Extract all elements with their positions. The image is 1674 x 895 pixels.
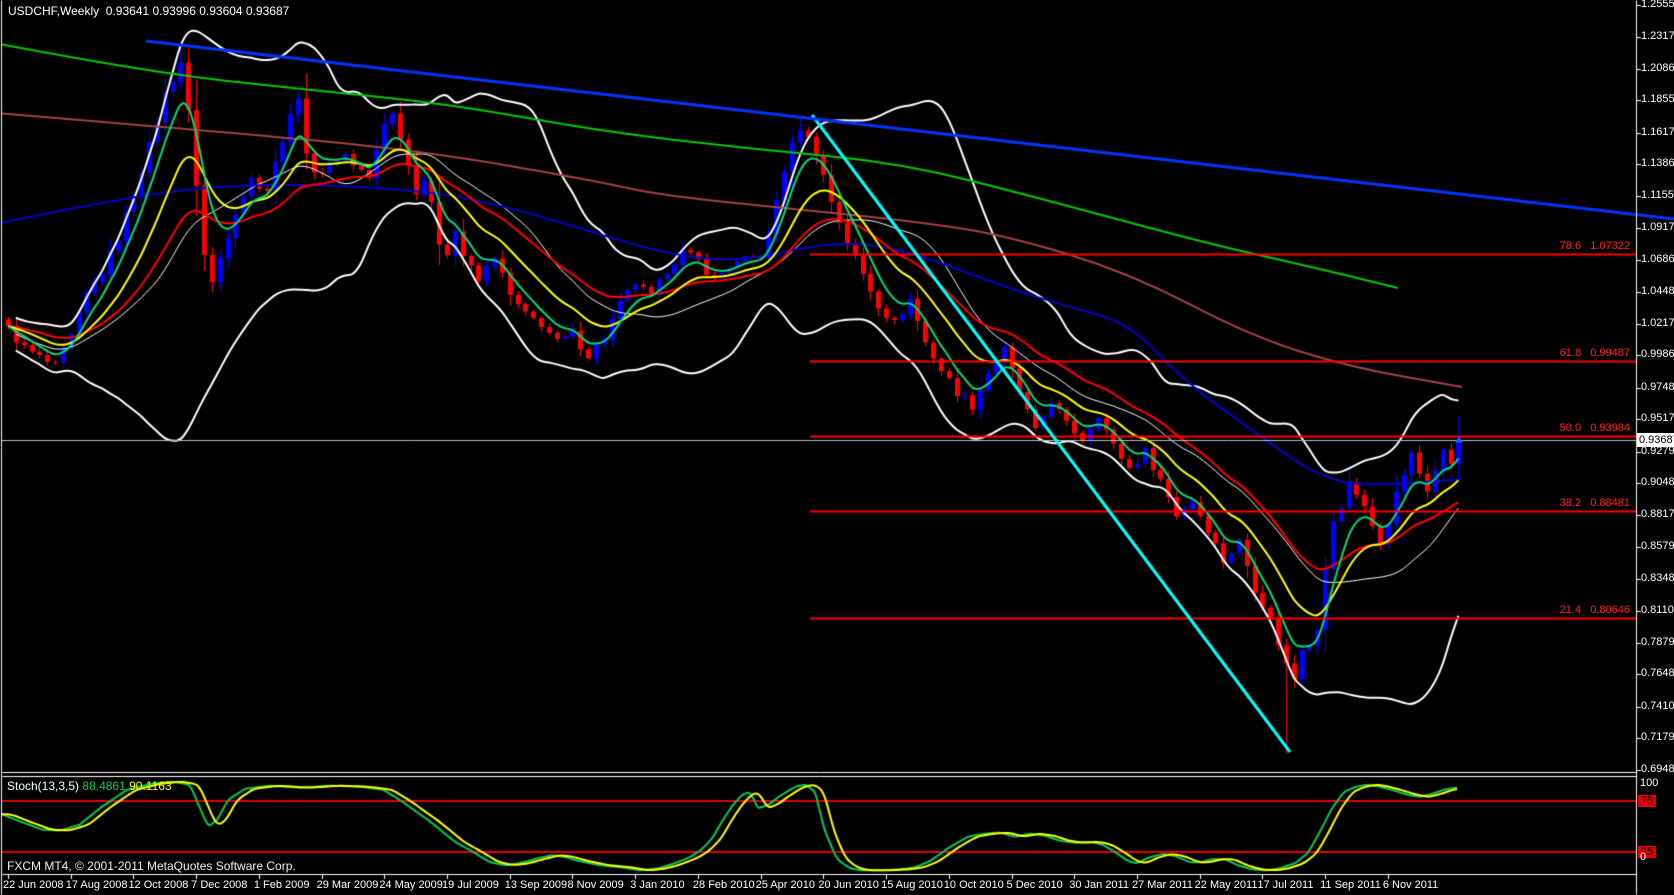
price-axis-label: 1.02170 [1641, 318, 1674, 329]
price-axis-label: 0.95170 [1641, 413, 1674, 424]
price-axis-label: 1.13860 [1641, 158, 1674, 169]
price-axis-label: 0.78790 [1641, 637, 1674, 648]
price-axis-label: 0.99860 [1641, 349, 1674, 360]
date-axis-label: 8 Nov 2009 [567, 880, 623, 891]
price-axis-label: 0.74100 [1641, 701, 1674, 712]
date-axis-label: 13 Sep 2009 [505, 880, 567, 891]
copyright-label: FXCM MT4, © 2001-2011 MetaQuotes Softwar… [7, 860, 296, 872]
date-axis-label: 6 Nov 2011 [1383, 880, 1438, 891]
fib-level-label: 61.8 0.99487 [1430, 348, 1630, 359]
price-axis-label: 0.83480 [1641, 573, 1674, 584]
fib-level-label: 38.2 0.88481 [1430, 498, 1630, 509]
price-axis-label: 0.97480 [1641, 382, 1674, 393]
price-axis-label: 0.85790 [1641, 541, 1674, 552]
date-axis-label: 15 Aug 2010 [881, 880, 943, 891]
main-chart-plot[interactable] [2, 0, 1636, 772]
price-axis-label: 0.88170 [1641, 509, 1674, 520]
date-axis-label: 30 Jan 2011 [1069, 880, 1129, 891]
fib-level-label: 50.0 0.93984 [1430, 423, 1630, 434]
price-axis-label: 0.69480 [1641, 764, 1674, 775]
mt4-chart-window: USDCHF,Weekly 0.93641 0.93996 0.93604 0.… [0, 0, 1674, 895]
price-axis-label: 1.11550 [1641, 190, 1674, 201]
price-axis-label: 0.81100 [1641, 605, 1674, 616]
stoch-d-value: 90.1163 [129, 779, 172, 793]
fib-level-label: 21.4 0.80646 [1430, 605, 1630, 616]
fib-level-label: 78.6 1.07322 [1430, 241, 1630, 252]
chart-title: USDCHF,Weekly 0.93641 0.93996 0.93604 0.… [8, 5, 289, 17]
date-axis-label: 29 Mar 2009 [317, 880, 379, 891]
date-axis-label: 12 Oct 2008 [128, 880, 188, 891]
date-axis-label: 10 Oct 2010 [944, 880, 1004, 891]
price-axis-label: 1.18550 [1641, 94, 1674, 105]
date-axis-label: 28 Feb 2010 [693, 880, 755, 891]
date-axis-label: 27 Mar 2011 [1132, 880, 1193, 891]
price-axis-label: 1.16170 [1641, 127, 1674, 138]
date-axis-label: 7 Dec 2008 [191, 880, 247, 891]
price-axis-label: 0.76480 [1641, 668, 1674, 679]
date-axis-label: 20 Jun 2010 [818, 880, 879, 891]
price-axis-label: 1.20860 [1641, 63, 1674, 74]
price-axis-label: 0.92790 [1641, 446, 1674, 457]
date-axis-label: 17 Aug 2008 [66, 880, 128, 891]
stoch-axis-100: 100 [1640, 778, 1658, 789]
date-axis-label: 5 Dec 2010 [1007, 880, 1063, 891]
price-axis-label: 0.90480 [1641, 477, 1674, 488]
date-axis-label: 22 Jun 2008 [3, 880, 64, 891]
price-axis-label: 1.09170 [1641, 222, 1674, 233]
stoch-indicator-label: Stoch(13,3,5) 88.4861 90.1163 [7, 780, 172, 792]
stoch-k-value: 88.4861 [82, 779, 125, 793]
date-axis-label: 1 Feb 2009 [254, 880, 310, 891]
price-axis-label: 1.25550 [1641, 0, 1674, 10]
date-axis-label: 25 Apr 2010 [756, 880, 815, 891]
date-axis-label: 3 Jan 2010 [630, 880, 684, 891]
price-axis-label: 1.04480 [1641, 286, 1674, 297]
price-axis-label: 0.71790 [1641, 732, 1674, 743]
date-axis-label: 24 May 2009 [379, 880, 443, 891]
price-axis-label: 1.06860 [1641, 254, 1674, 265]
date-axis-label: 17 Jul 2011 [1257, 880, 1313, 891]
date-axis-label: 11 Sep 2011 [1320, 880, 1381, 891]
stoch-axis-0: 0 [1640, 852, 1646, 863]
stoch-name: Stoch(13,3,5) [7, 779, 79, 793]
stoch-level-75-box: 75 [1638, 795, 1656, 807]
date-axis-label: 22 May 2011 [1195, 880, 1258, 891]
date-axis-label: 19 Jul 2009 [442, 880, 499, 891]
price-axis-label: 1.23170 [1641, 31, 1674, 42]
